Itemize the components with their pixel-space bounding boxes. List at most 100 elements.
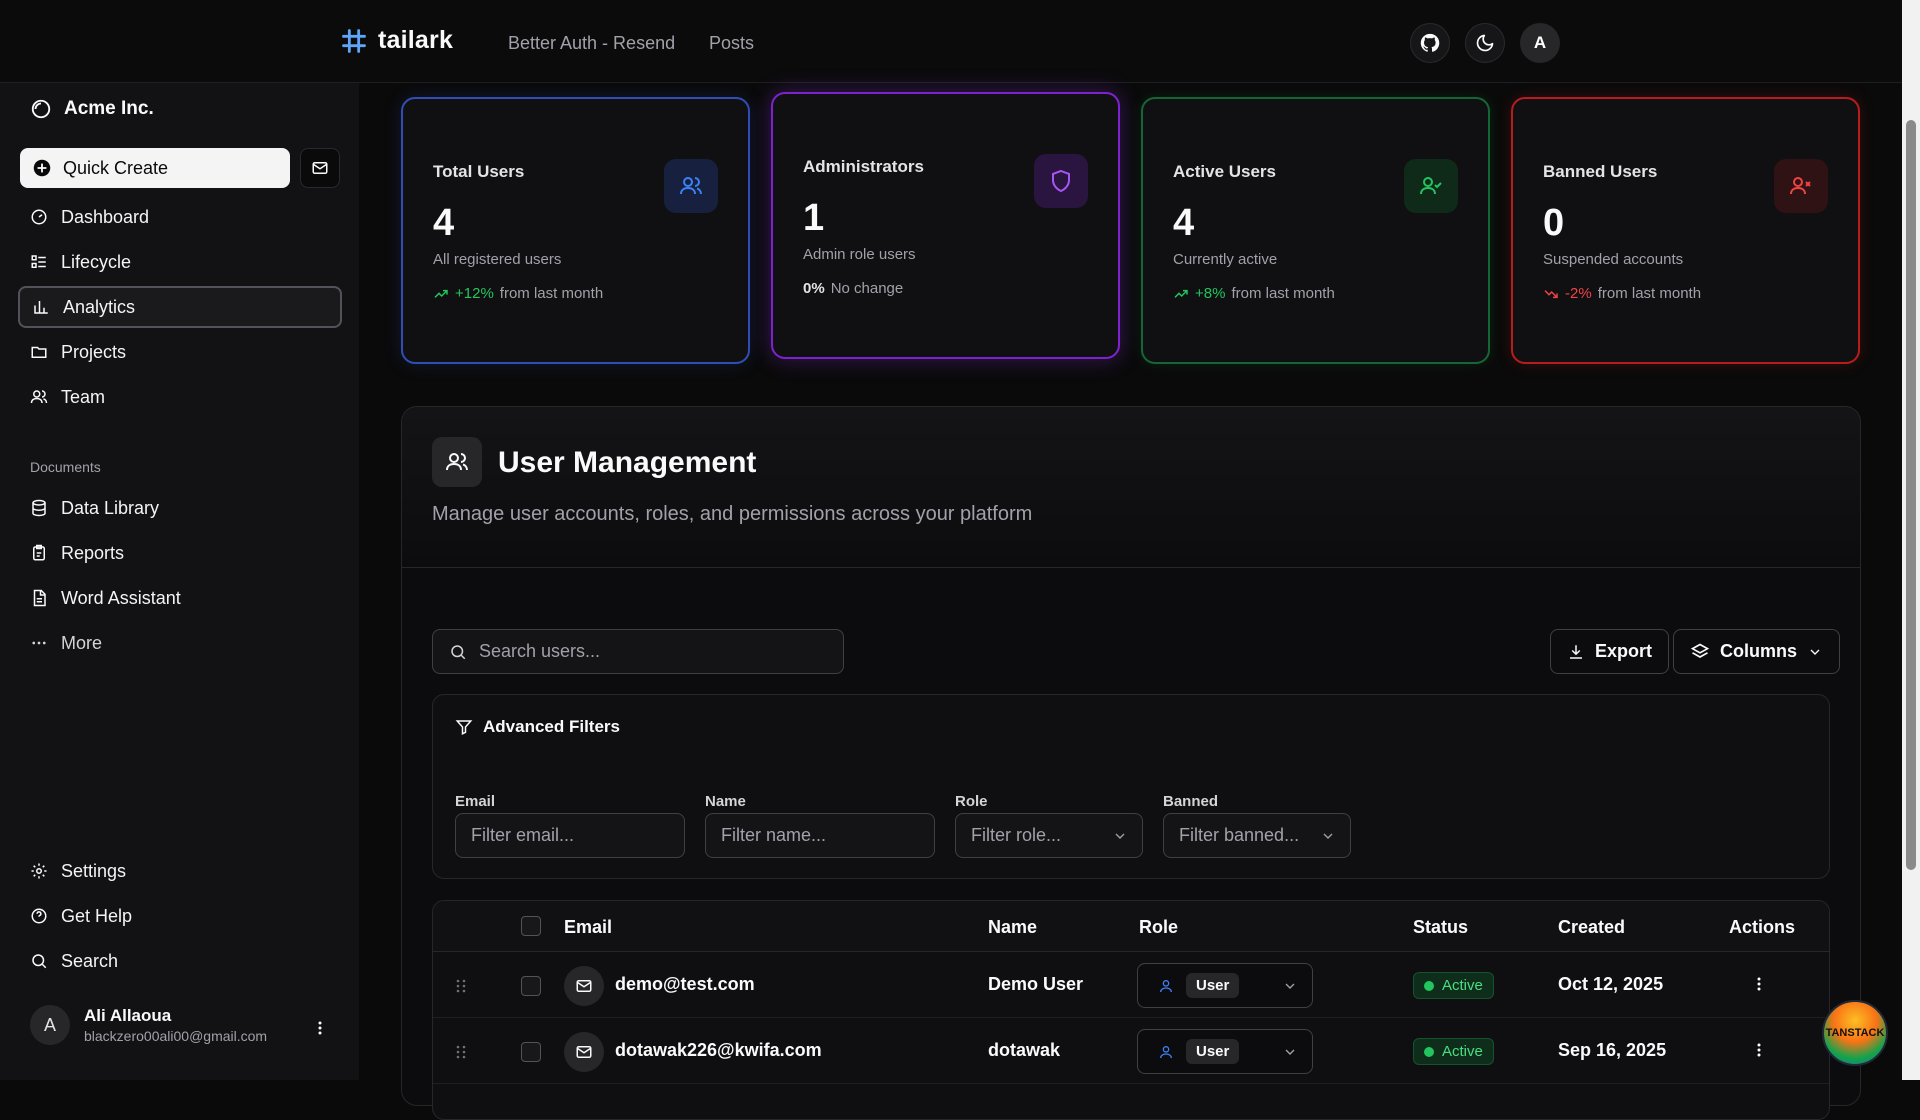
stat-card-banned-users: Banned Users 0 Suspended accounts -2% fr… — [1511, 97, 1860, 364]
email-filter-input[interactable]: Filter email... — [455, 813, 685, 858]
sidebar-item-word-assistant[interactable]: Word Assistant — [18, 577, 342, 619]
sidebar-item-data-library[interactable]: Data Library — [18, 487, 342, 529]
inbox-button[interactable] — [300, 148, 340, 188]
sidebar-item-reports[interactable]: Reports — [18, 532, 342, 574]
sidebar-item-label: Get Help — [61, 905, 133, 926]
mail-icon — [312, 162, 328, 174]
stat-icon-badge — [664, 159, 718, 213]
stat-card-active-users: Active Users 4 Currently active +8% from… — [1141, 97, 1490, 364]
nav-link-better-auth[interactable]: Better Auth - Resend — [508, 33, 675, 54]
shield-icon — [1052, 169, 1070, 193]
column-header-actions: Actions — [1729, 917, 1796, 937]
quick-create-label: Quick Create — [63, 157, 169, 178]
tanstack-devtools-button[interactable]: TANSTACK — [1822, 1000, 1888, 1066]
search-box[interactable] — [432, 629, 844, 674]
sidebar-item-label: Projects — [61, 341, 127, 362]
user-profile-card[interactable]: A Ali Allaoua blackzero00ali00@gmail.com — [30, 1005, 267, 1045]
scrollbar-thumb[interactable] — [1906, 120, 1916, 870]
sidebar-item-search[interactable]: Search — [18, 940, 342, 982]
stat-change-value: -2% — [1565, 285, 1592, 302]
sidebar-item-more[interactable]: More — [18, 622, 342, 664]
row-actions-icon[interactable] — [1751, 974, 1767, 994]
column-header-status[interactable]: Status — [1413, 917, 1468, 938]
sidebar-item-dashboard[interactable]: Dashboard — [18, 196, 342, 238]
stat-value: 1 — [803, 197, 825, 239]
table-row[interactable]: dotawak226@kwifa.com dotawak User Active… — [433, 1018, 1829, 1084]
page-scrollbar[interactable] — [1902, 0, 1920, 1080]
search-input[interactable] — [479, 641, 819, 662]
nav-link-posts[interactable]: Posts — [709, 33, 754, 54]
users-table: Email Name Role Status Created Actions d… — [432, 900, 1830, 1120]
sidebar-item-settings[interactable]: Settings — [18, 850, 342, 892]
column-header-created[interactable]: Created — [1558, 917, 1625, 938]
brand-logo[interactable]: tailark — [340, 26, 453, 55]
banned-filter-select[interactable]: Filter banned... — [1163, 813, 1351, 858]
github-icon — [1420, 33, 1440, 52]
cell-email: demo@test.com — [615, 974, 755, 994]
user-icon — [1160, 1045, 1172, 1058]
role-select[interactable]: User — [1137, 1029, 1313, 1074]
banned-filter-placeholder: Filter banned... — [1179, 825, 1300, 845]
banned-filter-label: Banned — [1163, 793, 1219, 810]
row-actions-icon[interactable] — [1751, 1040, 1767, 1060]
export-button[interactable]: Export — [1550, 629, 1670, 674]
chevron-down-icon — [1285, 1049, 1295, 1055]
row-checkbox[interactable] — [521, 1042, 541, 1062]
stat-change: +8% from last month — [1173, 285, 1335, 302]
email-avatar — [564, 1032, 604, 1072]
status-badge: Active — [1413, 1038, 1494, 1065]
table-row[interactable]: demo@test.com Demo User User Active Oct … — [433, 952, 1829, 1018]
users-icon — [30, 390, 48, 404]
role-filter-select[interactable]: Filter role... — [955, 813, 1143, 858]
drag-handle-icon[interactable] — [455, 978, 467, 994]
column-header-email[interactable]: Email — [564, 917, 612, 938]
org-name: Acme Inc. — [64, 98, 154, 119]
columns-label: Columns — [1720, 641, 1798, 661]
column-header-role[interactable]: Role — [1139, 917, 1178, 938]
layers-icon — [1690, 643, 1710, 658]
sidebar-item-label: Word Assistant — [61, 587, 181, 608]
stat-change-suffix: from last month — [499, 285, 604, 302]
email-filter-label: Email — [455, 793, 496, 810]
user-menu-button[interactable] — [312, 1018, 328, 1038]
role-select[interactable]: User — [1137, 963, 1313, 1008]
clipboard-icon — [33, 544, 45, 561]
page-subtitle: Manage user accounts, roles, and permiss… — [432, 503, 1033, 525]
help-icon — [31, 908, 47, 924]
sidebar-item-lifecycle[interactable]: Lifecycle — [18, 241, 342, 283]
stat-change: -2% from last month — [1543, 285, 1701, 302]
drag-handle-icon[interactable] — [455, 1044, 467, 1060]
row-checkbox[interactable] — [521, 976, 541, 996]
stat-title: Banned Users — [1543, 162, 1658, 181]
documents-section-label: Documents — [30, 459, 101, 475]
github-button[interactable] — [1410, 23, 1450, 63]
column-header-name[interactable]: Name — [988, 917, 1037, 938]
sidebar-item-get-help[interactable]: Get Help — [18, 895, 342, 937]
sidebar-item-label: Data Library — [61, 497, 160, 518]
users-icon — [680, 177, 702, 195]
sidebar-item-team[interactable]: Team — [18, 376, 342, 418]
select-all-checkbox[interactable] — [521, 916, 541, 936]
sidebar-item-analytics[interactable]: Analytics — [18, 286, 342, 328]
quick-create-button[interactable]: Quick Create — [20, 148, 290, 188]
user-avatar-button[interactable]: A — [1520, 23, 1560, 63]
status-dot — [1424, 1046, 1434, 1057]
user-icon — [1160, 979, 1172, 992]
org-switcher[interactable]: Acme Inc. — [30, 98, 154, 120]
theme-toggle-button[interactable] — [1465, 23, 1505, 63]
name-filter-input[interactable]: Filter name... — [705, 813, 935, 858]
stat-title: Active Users — [1173, 162, 1277, 181]
folder-icon — [31, 346, 47, 358]
file-icon — [33, 589, 46, 607]
sidebar-item-projects[interactable]: Projects — [18, 331, 342, 373]
stat-description: Suspended accounts — [1543, 251, 1684, 268]
bar-chart-icon — [34, 301, 48, 314]
stat-icon-badge — [1034, 154, 1088, 208]
table-header: Email Name Role Status Created Actions — [433, 901, 1829, 952]
sidebar-item-label: Search — [61, 950, 119, 971]
database-icon — [32, 499, 46, 517]
columns-button[interactable]: Columns — [1673, 629, 1841, 674]
status-dot — [1424, 980, 1434, 991]
role-filter-label: Role — [955, 793, 988, 810]
users-icon — [446, 453, 468, 471]
